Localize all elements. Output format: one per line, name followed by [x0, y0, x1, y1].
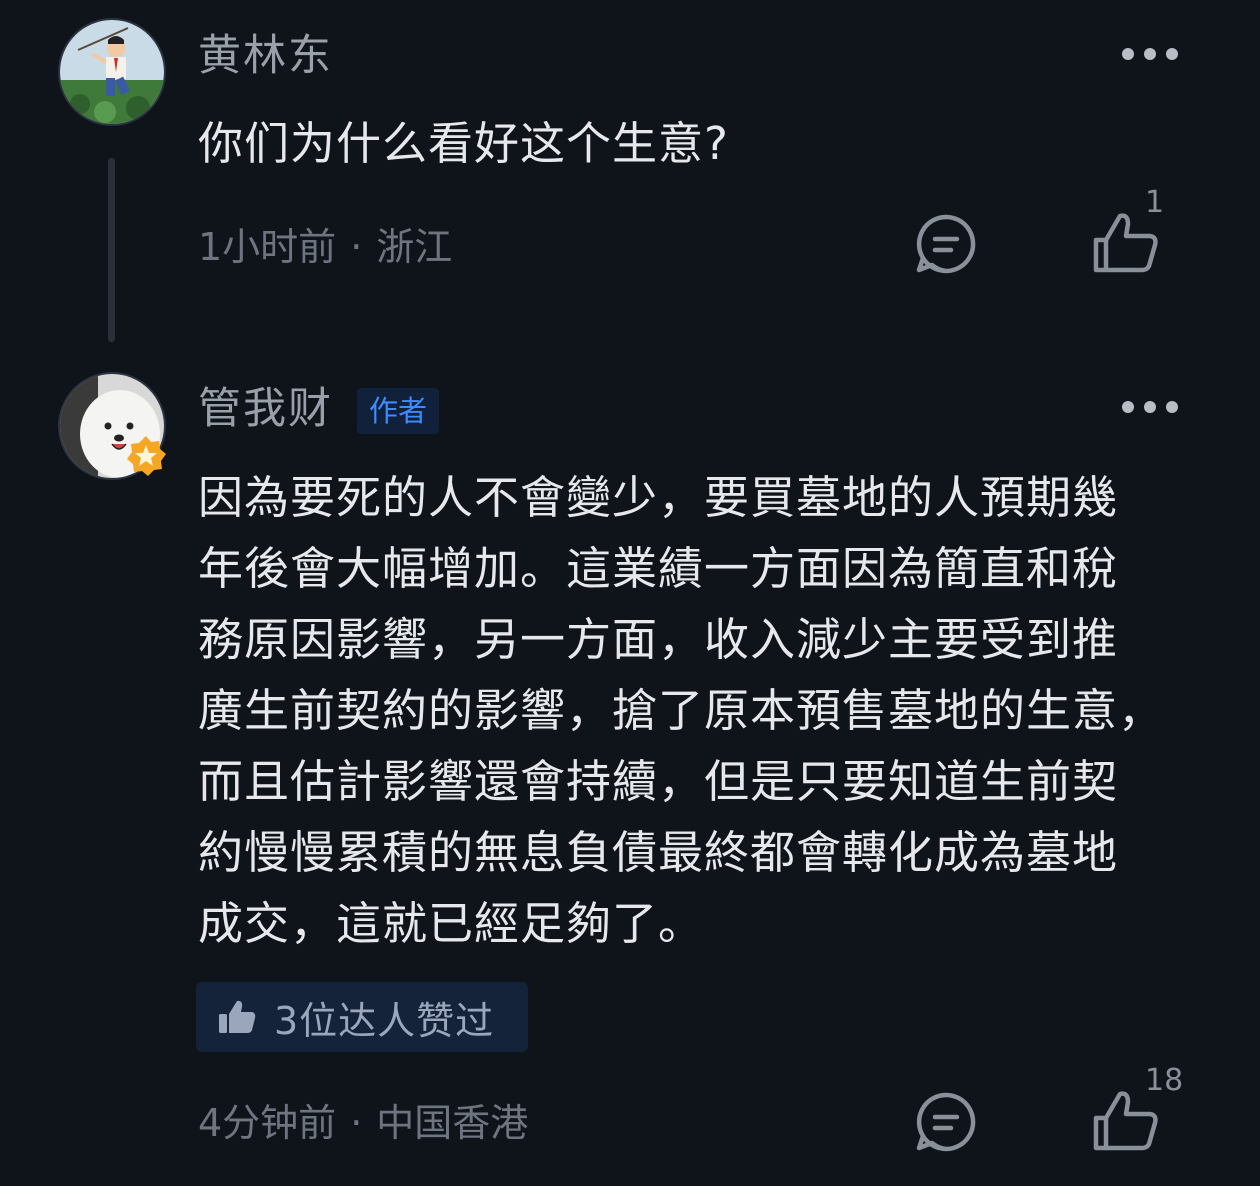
comment-meta: 1小时前 · 浙江 — [198, 228, 452, 266]
more-icon[interactable] — [1122, 47, 1178, 61]
star-badge-icon — [127, 436, 166, 476]
timestamp: 4分钟前 — [198, 1101, 337, 1145]
separator: · — [350, 225, 363, 269]
liked-by-button[interactable]: 3位达人赞过 — [196, 982, 528, 1052]
reply-button[interactable] — [914, 212, 978, 280]
thread-line — [108, 158, 115, 342]
location: 中国香港 — [376, 1101, 529, 1145]
like-button[interactable] — [1090, 1088, 1160, 1158]
comment-line: 務原因影響，另一方面，收入減少主要受到推 — [198, 613, 1119, 666]
comment-thread: 黄林东 你们为什么看好这个生意? 1小时前 · 浙江 1 管我财 作者 因為要死… — [0, 0, 1260, 1186]
comment-line: 因為要死的人不會變少，要買墓地的人預期幾 — [198, 471, 1119, 524]
comment-line: 成交，這就已經足夠了。 — [198, 897, 705, 950]
comment-line: 年後會大幅增加。這業績一方面因為簡直和稅 — [198, 542, 1119, 595]
like-count: 1 — [1145, 185, 1165, 220]
avatar[interactable] — [58, 18, 166, 126]
comment-text: 你们为什么看好这个生意? — [198, 117, 729, 170]
cartoon-boy-avatar — [60, 20, 164, 124]
author-badge: 作者 — [357, 388, 440, 434]
reply-icon — [916, 214, 976, 274]
timestamp: 1小时前 — [198, 225, 337, 269]
comment-line: 廣生前契約的影響，搶了原本預售墓地的生意， — [198, 684, 1165, 737]
reply-button[interactable] — [914, 1090, 978, 1158]
avatar[interactable] — [58, 372, 166, 480]
like-count: 18 — [1145, 1063, 1184, 1098]
reply-icon — [916, 1092, 976, 1152]
comment-text: 因為要死的人不會變少，要買墓地的人預期幾 年後會大幅增加。這業績一方面因為簡直和… — [198, 462, 1208, 959]
more-icon[interactable] — [1122, 400, 1178, 414]
like-button[interactable] — [1090, 210, 1160, 280]
separator: · — [350, 1101, 363, 1145]
thumbs-up-icon — [219, 1000, 256, 1033]
comment-meta: 4分钟前 · 中国香港 — [198, 1104, 528, 1142]
comment-line: 而且估計影響還會持續，但是只要知道生前契 — [198, 755, 1119, 808]
username[interactable]: 管我财 — [198, 388, 333, 431]
comment-line: 約慢慢累積的無息負債最終都會轉化成為墓地 — [198, 826, 1119, 879]
username[interactable]: 黄林东 — [198, 35, 333, 78]
liked-by-text: 3位达人赞过 — [274, 998, 495, 1043]
location: 浙江 — [376, 225, 453, 269]
